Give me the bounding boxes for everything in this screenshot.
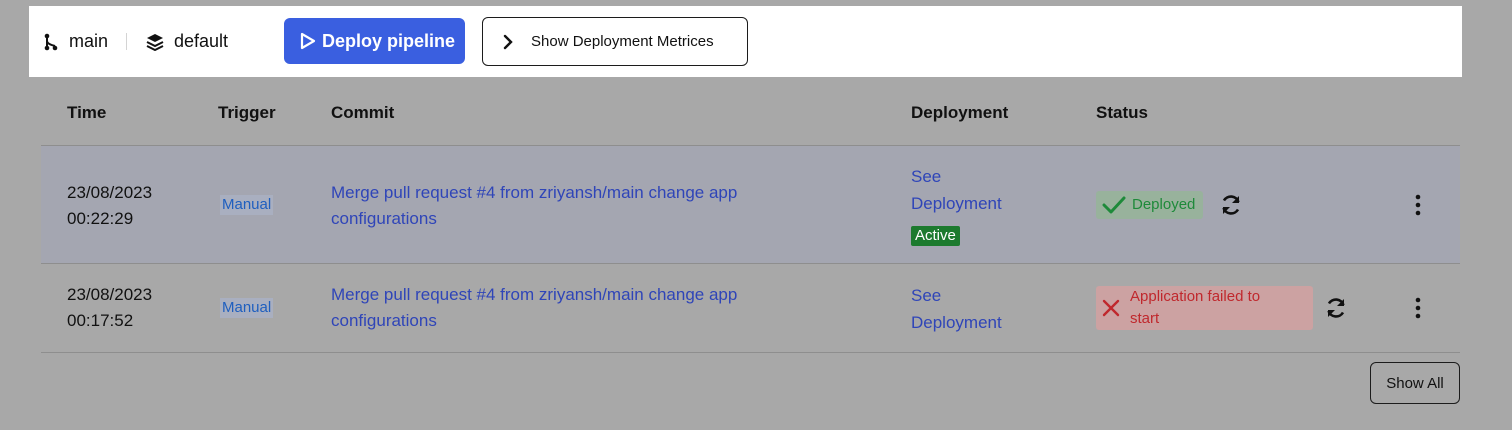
deploy-pipeline-button[interactable]: Deploy pipeline bbox=[284, 18, 465, 64]
commit-link[interactable]: Merge pull request #4 from zriyansh/main… bbox=[331, 282, 801, 334]
table-row: 23/08/2023 00:17:52 Manual Merge pull re… bbox=[41, 264, 1460, 353]
commit-message-line1: Merge pull request #4 from zriyansh/main… bbox=[331, 183, 738, 202]
column-header-deployment: Deployment bbox=[911, 103, 1009, 122]
refresh-icon bbox=[1222, 195, 1240, 215]
see-deployment-link[interactable]: See Deployment bbox=[911, 282, 1031, 336]
see-deployment-line2: Deployment bbox=[911, 313, 1002, 332]
show-metrics-label: Show Deployment Metrices bbox=[531, 33, 714, 50]
checkmark-icon bbox=[1102, 196, 1126, 214]
show-all-button[interactable]: Show All bbox=[1370, 362, 1460, 404]
commit-message-line1: Merge pull request #4 from zriyansh/main… bbox=[331, 285, 738, 304]
redeploy-button[interactable] bbox=[1322, 294, 1350, 322]
status-text-line1: Application failed to bbox=[1130, 288, 1261, 305]
active-badge: Active bbox=[911, 226, 960, 246]
play-icon bbox=[300, 32, 316, 50]
commit-message-line2: configurations bbox=[331, 311, 437, 330]
row-timestamp: 23/08/2023 00:17:52 bbox=[67, 282, 152, 334]
column-header-trigger: Trigger bbox=[218, 103, 276, 122]
pipeline-toolbar: main default Deploy pipeline Show Deploy… bbox=[29, 6, 1462, 77]
see-deployment-link[interactable]: See Deployment bbox=[911, 163, 1031, 217]
status-badge: Deployed bbox=[1096, 191, 1204, 219]
environment-name: default bbox=[174, 31, 229, 51]
x-icon bbox=[1102, 299, 1120, 317]
see-deployment-line2: Deployment bbox=[911, 194, 1002, 213]
row-actions-button[interactable] bbox=[1405, 191, 1431, 219]
branch-name: main bbox=[69, 31, 109, 51]
table-row: 23/08/2023 00:22:29 Manual Merge pull re… bbox=[41, 145, 1460, 264]
more-vertical-icon bbox=[1415, 194, 1421, 216]
environment-selector[interactable]: default bbox=[146, 6, 228, 77]
show-metrics-button[interactable]: Show Deployment Metrices bbox=[482, 17, 748, 66]
status-text: Deployed bbox=[1132, 196, 1196, 213]
column-header-status: Status bbox=[1096, 103, 1148, 122]
trigger-badge: Manual bbox=[220, 298, 274, 318]
see-deployment-line1: See bbox=[911, 167, 942, 186]
toolbar-divider bbox=[126, 33, 127, 50]
refresh-icon bbox=[1327, 298, 1345, 318]
redeploy-button[interactable] bbox=[1217, 191, 1245, 219]
commit-message-line2: configurations bbox=[331, 209, 437, 228]
more-vertical-icon bbox=[1415, 297, 1421, 319]
git-branch-icon bbox=[44, 33, 58, 50]
row-time: 00:22:29 bbox=[67, 209, 134, 228]
chevron-right-icon bbox=[503, 34, 513, 49]
row-actions-button[interactable] bbox=[1405, 294, 1431, 322]
status-text: Application failed to start bbox=[1130, 286, 1260, 330]
row-timestamp: 23/08/2023 00:22:29 bbox=[67, 180, 152, 232]
deploy-pipeline-label: Deploy pipeline bbox=[322, 30, 456, 51]
branch-selector[interactable]: main bbox=[43, 6, 108, 77]
trigger-badge: Manual bbox=[220, 195, 274, 215]
row-date: 23/08/2023 bbox=[67, 285, 153, 304]
status-badge: Application failed to start bbox=[1096, 286, 1313, 330]
column-header-time: Time bbox=[67, 103, 107, 122]
commit-link[interactable]: Merge pull request #4 from zriyansh/main… bbox=[331, 180, 801, 232]
column-header-commit: Commit bbox=[331, 103, 395, 122]
layers-icon bbox=[146, 33, 164, 51]
status-text-line2: start bbox=[1130, 310, 1160, 327]
row-date: 23/08/2023 bbox=[67, 183, 153, 202]
see-deployment-line1: See bbox=[911, 286, 942, 305]
row-time: 00:17:52 bbox=[67, 311, 134, 330]
